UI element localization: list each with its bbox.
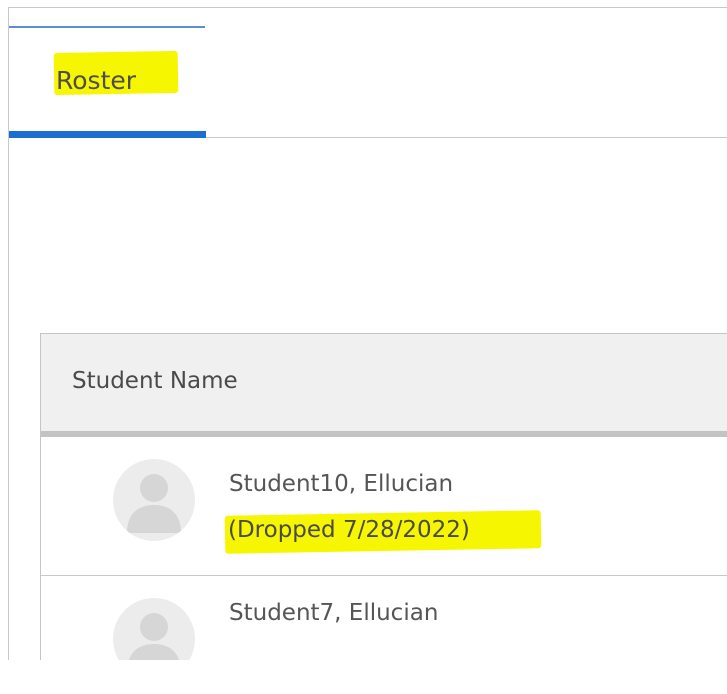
table-row[interactable]: Student10, Ellucian (Dropped 7/28/2022) xyxy=(41,437,727,576)
tab-roster-label: Roster xyxy=(56,66,137,95)
tab-roster[interactable]: Roster xyxy=(9,28,206,138)
tab-strip-divider xyxy=(205,137,727,138)
panel-top-border xyxy=(8,7,727,8)
person-silhouette-icon xyxy=(113,598,195,660)
student-name[interactable]: Student7, Ellucian xyxy=(229,600,438,626)
enrollment-status: (Dropped 7/28/2022) xyxy=(228,517,470,543)
roster-table: Student Name Student10, Ellucian (Droppe… xyxy=(40,333,727,660)
person-silhouette-icon xyxy=(113,459,195,541)
tab-active-indicator xyxy=(9,131,206,138)
table-row[interactable]: Student7, Ellucian xyxy=(41,576,727,660)
table-header: Student Name xyxy=(41,333,727,432)
student-name[interactable]: Student10, Ellucian xyxy=(229,471,453,497)
column-header-student-name[interactable]: Student Name xyxy=(72,368,238,394)
roster-page: Roster Student Name Student10, Ellucian … xyxy=(0,0,727,694)
